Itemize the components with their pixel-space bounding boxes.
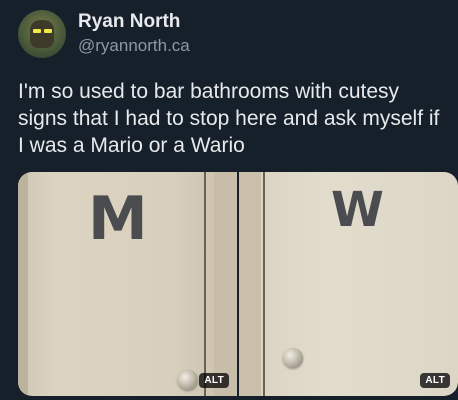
photo-mario-door[interactable]: M ALT <box>18 172 237 396</box>
door-gap <box>204 172 206 396</box>
photo-wario-door[interactable]: W ALT <box>239 172 458 396</box>
author-handle[interactable]: @ryannorth.ca <box>78 36 190 56</box>
alt-text-button[interactable]: ALT <box>420 373 450 388</box>
media-gallery: M ALT W ALT <box>18 172 458 396</box>
avatar-eye-icon <box>33 29 41 33</box>
door-frame <box>239 172 261 396</box>
alt-text-button[interactable]: ALT <box>199 373 229 388</box>
door-sign-m: M <box>88 184 148 254</box>
post-header: Ryan North @ryannorth.ca <box>18 10 190 58</box>
post-text: I'm so used to bar bathrooms with cutesy… <box>18 80 440 157</box>
door-gap <box>263 172 265 396</box>
avatar[interactable] <box>18 10 66 58</box>
avatar-face-icon <box>30 20 54 48</box>
author-display-name[interactable]: Ryan North <box>78 11 190 34</box>
door-frame <box>18 172 28 396</box>
author-names: Ryan North @ryannorth.ca <box>78 11 190 56</box>
post-card: Ryan North @ryannorth.ca I'm so used to … <box>0 0 458 400</box>
avatar-eye-icon <box>44 29 52 33</box>
door-frame <box>214 172 236 396</box>
door-knob-icon <box>178 370 198 390</box>
door-knob-icon <box>283 348 303 368</box>
door-sign-w: W <box>331 182 384 238</box>
